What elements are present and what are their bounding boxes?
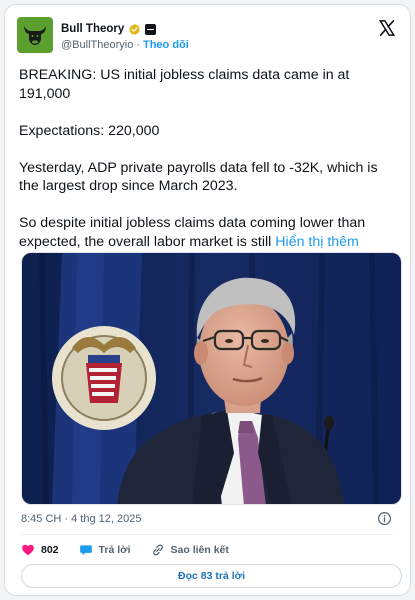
tweet-line-last: So despite initial jobless claims data c… [19, 214, 399, 251]
verified-badge-icon [129, 23, 141, 35]
bull-logo-icon [24, 26, 46, 45]
handle-row: @BullTheoryio · Theo dõi [61, 39, 189, 51]
heart-icon [22, 544, 34, 556]
tweet-photo[interactable] [21, 252, 402, 505]
tweet-header: Bull Theory @BullTheoryio · Theo dõi [17, 17, 400, 57]
like-button[interactable]: 802 [21, 543, 59, 557]
like-count: 802 [41, 544, 59, 556]
name-row: Bull Theory [61, 21, 157, 37]
tweet-card: Bull Theory @BullTheoryio · Theo dõi BRE… [4, 4, 411, 596]
display-name[interactable]: Bull Theory [61, 23, 124, 35]
tweet-line: Expectations: 220,000 [19, 122, 160, 139]
read-replies-button[interactable]: Đọc 83 trả lời [21, 564, 402, 588]
speaker-photo [22, 253, 401, 504]
copy-link-button[interactable]: Sao liên kết [151, 543, 229, 557]
separator: · [136, 39, 140, 51]
handle[interactable]: @BullTheoryio [61, 39, 133, 51]
tweet-line: Yesterday, ADP private payrolls data fel… [19, 159, 378, 195]
affiliate-badge-icon [145, 23, 157, 35]
divider [21, 534, 394, 535]
reply-label: Trả lời [98, 544, 131, 556]
avatar[interactable] [17, 17, 53, 53]
timestamp[interactable]: 8:45 CH · 4 thg 12, 2025 [21, 513, 141, 525]
follow-button[interactable]: Theo dõi [143, 39, 189, 51]
reply-icon [79, 545, 92, 556]
x-logo-icon[interactable] [378, 19, 396, 37]
show-more-link[interactable]: Hiển thị thêm [275, 234, 359, 250]
action-bar: 802 Trả lời Sao liên kết [21, 542, 249, 558]
link-icon [152, 544, 163, 556]
tweet-text: BREAKING: US initial jobless claims data… [19, 66, 399, 251]
tweet-line: BREAKING: US initial jobless claims data… [19, 67, 350, 102]
info-icon[interactable] [377, 511, 392, 526]
copy-link-label: Sao liên kết [170, 544, 229, 556]
reply-button[interactable]: Trả lời [79, 543, 131, 557]
